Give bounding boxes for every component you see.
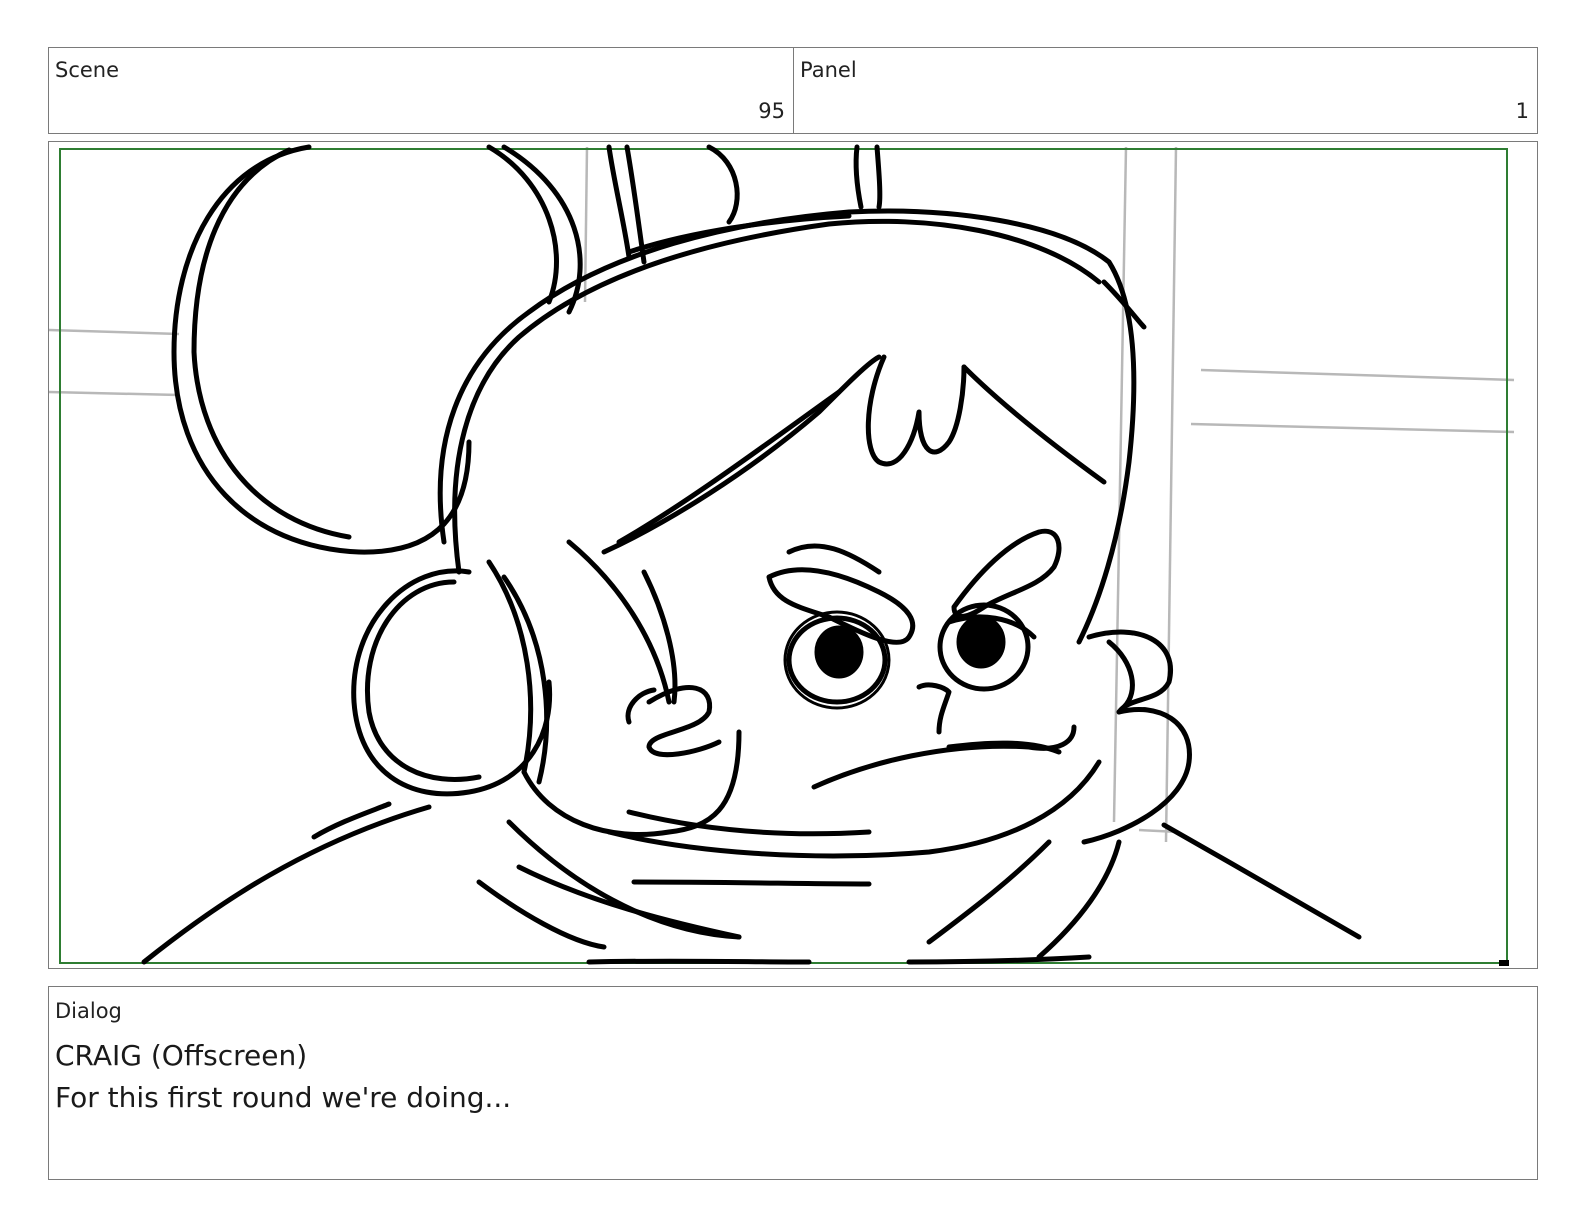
panel-cell: Panel 1 [794,48,1537,133]
scene-panel-header: Scene 95 Panel 1 [48,47,1538,134]
scene-number: 95 [758,99,785,123]
storyboard-sketch [49,144,1515,966]
panel-number: 1 [1515,99,1529,123]
safe-area-rect [59,148,1508,964]
dialog-label: Dialog [55,999,122,1023]
dialog-box: Dialog CRAIG (Offscreen) For this first … [48,986,1538,1180]
background-lines [49,146,1515,843]
character-sketch [141,144,1362,965]
panel-label: Panel [800,58,857,82]
dialog-text: For this first round we're doing... [55,1081,512,1114]
dialog-speaker: CRAIG (Offscreen) [55,1039,308,1072]
storyboard-frame [48,141,1538,969]
frame-corner-mark [1499,960,1509,966]
scene-cell: Scene 95 [49,48,794,133]
scene-label: Scene [55,58,120,82]
